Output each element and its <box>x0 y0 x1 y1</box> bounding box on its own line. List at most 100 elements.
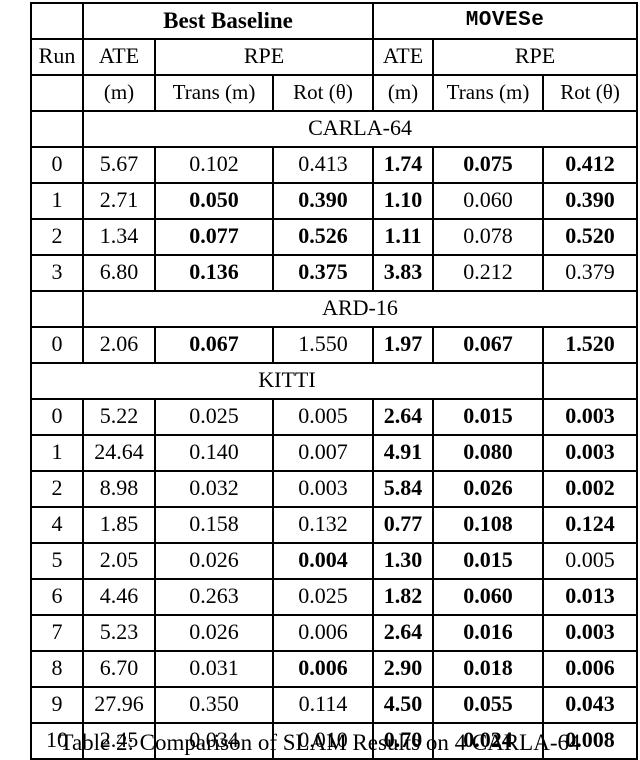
header-baseline-rot: Rot (θ) <box>272 74 374 112</box>
movese-rot-cell: 0.006 <box>541 650 639 688</box>
baseline-ate-cell: 2.71 <box>82 182 156 220</box>
baseline-rot-cell: 0.005 <box>272 398 374 436</box>
movese-rot-cell: 0.412 <box>541 146 639 184</box>
movese-ate-cell: 1.97 <box>372 326 434 364</box>
baseline-rot-cell: 0.132 <box>272 506 374 544</box>
header-baseline-rpe: RPE <box>154 38 374 76</box>
run-cell: 5 <box>30 542 84 580</box>
movese-ate-cell: 2.64 <box>372 614 434 652</box>
movese-ate-cell: 4.91 <box>372 434 434 472</box>
run-cell: 0 <box>30 326 84 364</box>
table-figure-page: Best Baseline MOVESe Run ATE RPE ATE RPE… <box>0 0 640 760</box>
baseline-ate-cell: 1.85 <box>82 506 156 544</box>
section-row: KITTI <box>30 362 639 400</box>
run-cell: 8 <box>30 650 84 688</box>
movese-rot-cell: 0.005 <box>541 542 639 580</box>
movese-trans-cell: 0.016 <box>432 614 544 652</box>
table-row: 7 5.23 0.026 0.006 2.64 0.016 0.003 <box>30 614 639 652</box>
movese-ate-cell: 4.50 <box>372 686 434 724</box>
header-row-units: (m) Trans (m) Rot (θ) (m) Trans (m) Rot … <box>30 74 639 112</box>
movese-rot-cell: 0.003 <box>541 434 639 472</box>
table-row: 2 1.34 0.077 0.526 1.11 0.078 0.520 <box>30 218 639 256</box>
header-movese-ate: ATE <box>372 38 434 76</box>
figure-caption: Table 2: Comparison of SLAM Results on 4… <box>59 730 581 755</box>
movese-trans-cell: 0.026 <box>432 470 544 508</box>
movese-ate-cell: 1.10 <box>372 182 434 220</box>
section-row: CARLA-64 <box>30 110 639 148</box>
section-title: ARD-16 <box>81 290 639 328</box>
table-row: 1 2.71 0.050 0.390 1.10 0.060 0.390 <box>30 182 639 220</box>
baseline-rot-cell: 0.390 <box>272 182 374 220</box>
movese-ate-cell: 1.11 <box>372 218 434 256</box>
movese-trans-cell: 0.078 <box>432 218 544 256</box>
table-row: 5 2.05 0.026 0.004 1.30 0.015 0.005 <box>30 542 639 580</box>
run-cell: 6 <box>30 578 84 616</box>
run-cell: 2 <box>30 470 84 508</box>
movese-rot-cell: 1.520 <box>541 326 639 364</box>
run-cell: 3 <box>30 254 84 292</box>
movese-rot-cell: 0.390 <box>541 182 639 220</box>
section-run-blank <box>30 290 84 328</box>
movese-trans-cell: 0.067 <box>432 326 544 364</box>
baseline-rot-cell: 0.375 <box>272 254 374 292</box>
header-corner-blank <box>30 2 84 40</box>
movese-trans-cell: 0.015 <box>432 398 544 436</box>
section-title: CARLA-64 <box>81 110 639 148</box>
movese-trans-cell: 0.015 <box>432 542 544 580</box>
run-cell: 1 <box>30 434 84 472</box>
movese-trans-cell: 0.075 <box>432 146 544 184</box>
table-row: 0 5.67 0.102 0.413 1.74 0.075 0.412 <box>30 146 639 184</box>
baseline-rot-cell: 0.025 <box>272 578 374 616</box>
table-row: 8 6.70 0.031 0.006 2.90 0.018 0.006 <box>30 650 639 688</box>
table-row: 0 2.06 0.067 1.550 1.97 0.067 1.520 <box>30 326 639 364</box>
header-row-metrics: Run ATE RPE ATE RPE <box>30 38 639 76</box>
header-movese-rpe: RPE <box>431 38 639 76</box>
baseline-ate-cell: 8.98 <box>82 470 156 508</box>
baseline-rot-cell: 0.006 <box>272 650 374 688</box>
movese-rot-cell: 0.002 <box>541 470 639 508</box>
baseline-ate-cell: 2.05 <box>82 542 156 580</box>
baseline-rot-cell: 0.114 <box>272 686 374 724</box>
baseline-ate-cell: 6.80 <box>82 254 156 292</box>
slam-results-table: Best Baseline MOVESe Run ATE RPE ATE RPE… <box>30 2 639 760</box>
header-movese-trans: Trans (m) <box>432 74 544 112</box>
baseline-rot-cell: 0.004 <box>272 542 374 580</box>
baseline-trans-cell: 0.032 <box>154 470 274 508</box>
movese-rot-cell: 0.520 <box>541 218 639 256</box>
movese-rot-cell: 0.043 <box>541 686 639 724</box>
header-movese-rot: Rot (θ) <box>541 74 639 112</box>
baseline-rot-cell: 0.413 <box>272 146 374 184</box>
baseline-ate-cell: 2.06 <box>82 326 156 364</box>
baseline-rot-cell: 0.007 <box>272 434 374 472</box>
movese-trans-cell: 0.060 <box>432 182 544 220</box>
baseline-ate-cell: 5.22 <box>82 398 156 436</box>
run-cell: 9 <box>30 686 84 724</box>
movese-trans-cell: 0.080 <box>432 434 544 472</box>
movese-trans-cell: 0.060 <box>432 578 544 616</box>
run-cell: 1 <box>30 182 84 220</box>
movese-ate-cell: 5.84 <box>372 470 434 508</box>
movese-rot-cell: 0.379 <box>541 254 639 292</box>
movese-ate-cell: 3.83 <box>372 254 434 292</box>
run-cell: 4 <box>30 506 84 544</box>
baseline-rot-cell: 0.526 <box>272 218 374 256</box>
baseline-ate-cell: 5.23 <box>82 614 156 652</box>
header-movese: MOVESe <box>371 2 639 40</box>
header-baseline-ate: ATE <box>82 38 156 76</box>
header-baseline-ate-units: (m) <box>82 74 156 112</box>
movese-trans-cell: 0.212 <box>432 254 544 292</box>
run-cell: 2 <box>30 218 84 256</box>
movese-ate-cell: 2.90 <box>372 650 434 688</box>
baseline-trans-cell: 0.136 <box>154 254 274 292</box>
header-row-groups: Best Baseline MOVESe <box>30 2 639 40</box>
baseline-rot-cell: 0.003 <box>272 470 374 508</box>
movese-ate-cell: 0.77 <box>372 506 434 544</box>
movese-ate-cell: 1.74 <box>372 146 434 184</box>
run-cell: 0 <box>30 146 84 184</box>
baseline-ate-cell: 24.64 <box>82 434 156 472</box>
baseline-ate-cell: 4.46 <box>82 578 156 616</box>
table-row: 0 5.22 0.025 0.005 2.64 0.015 0.003 <box>30 398 639 436</box>
table-body: Best Baseline MOVESe Run ATE RPE ATE RPE… <box>30 2 639 760</box>
movese-rot-cell: 0.003 <box>541 614 639 652</box>
header-run: Run <box>30 38 84 76</box>
